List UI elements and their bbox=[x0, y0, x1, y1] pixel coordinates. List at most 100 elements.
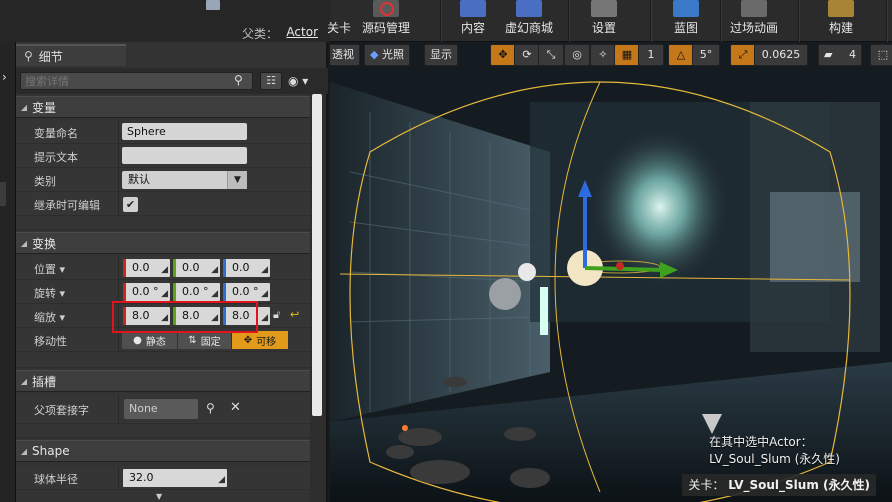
rotate-tool-icon[interactable]: ⟳ bbox=[514, 44, 540, 66]
scale-snap-icon[interactable]: ⤢ bbox=[730, 44, 756, 66]
scale-x-field[interactable]: 8.0 ◢ bbox=[123, 307, 170, 325]
details-tab[interactable]: ⚲ 细节 bbox=[16, 44, 126, 66]
toolbar-level-button[interactable]: 关卡 bbox=[326, 0, 352, 42]
location-x-field[interactable]: 0.0 ◢ bbox=[123, 259, 170, 277]
prop-sphere-radius: 球体半径 32.0 ◢ bbox=[16, 466, 312, 490]
toolbar-marketplace-label: 虚幻商城 bbox=[504, 21, 553, 35]
collapse-triangle-icon: ◢ bbox=[20, 102, 28, 112]
scrollbar-thumb[interactable] bbox=[312, 94, 322, 416]
translate-tool-icon[interactable]: ✥ bbox=[490, 44, 516, 66]
category-dropdown[interactable]: 默认 ▼ bbox=[122, 171, 247, 189]
section-variable[interactable]: ◢ 变量 bbox=[16, 96, 312, 118]
spinner-icon: ◢ bbox=[211, 313, 218, 323]
rotation-y-field[interactable]: 0.0 ° ◢ bbox=[173, 283, 220, 301]
variable-name-field[interactable]: Sphere bbox=[122, 123, 247, 140]
mobility-static-button[interactable]: ● 静态 bbox=[122, 331, 178, 349]
rotation-label-text: 旋转 bbox=[34, 287, 56, 300]
rotation-z-field[interactable]: 0.0 ° ◢ bbox=[223, 283, 270, 301]
gizmo-x-axis[interactable] bbox=[616, 262, 624, 270]
prop-spacer bbox=[16, 216, 312, 230]
chevron-right-icon[interactable]: › bbox=[2, 70, 7, 84]
current-level-label: 关卡： bbox=[688, 478, 725, 492]
build-icon bbox=[828, 0, 854, 17]
location-label[interactable]: 位置 ▾ bbox=[34, 261, 65, 277]
maximize-viewport-icon[interactable]: ⬚ bbox=[870, 44, 892, 66]
source-control-icon bbox=[373, 0, 399, 17]
rotation-snap-icon[interactable]: △ bbox=[668, 44, 694, 66]
grid-size-value[interactable]: 1 bbox=[638, 44, 664, 66]
search-icon[interactable]: ⚲ bbox=[206, 401, 215, 415]
location-z-field[interactable]: 0.0 ◢ bbox=[223, 259, 270, 277]
section-transform[interactable]: ◢ 变换 bbox=[16, 232, 312, 254]
section-shape[interactable]: ◢ Shape bbox=[16, 440, 312, 462]
section-shape-label: Shape bbox=[32, 444, 70, 458]
toolbar-content-button[interactable]: 内容 bbox=[448, 0, 498, 42]
property-matrix-icon[interactable]: ☷ bbox=[260, 72, 282, 90]
column-divider bbox=[118, 168, 119, 192]
tooltip-field[interactable] bbox=[122, 147, 247, 164]
spinner-icon: ◢ bbox=[261, 313, 268, 323]
scale-label[interactable]: 缩放 ▾ bbox=[34, 309, 65, 325]
section-sockets[interactable]: ◢ 插槽 bbox=[16, 370, 312, 392]
toolbar-cinematics-button[interactable]: 过场动画 bbox=[726, 0, 782, 42]
lit-mode-label: 光照 bbox=[381, 48, 404, 61]
surface-snap-icon[interactable]: ✧ bbox=[590, 44, 616, 66]
location-y-field[interactable]: 0.0 ◢ bbox=[173, 259, 220, 277]
details-search-input[interactable] bbox=[20, 72, 253, 90]
sphere-radius-field[interactable]: 32.0 ◢ bbox=[123, 469, 227, 487]
mobility-stationary-button[interactable]: ⇅ 固定 bbox=[178, 331, 232, 349]
clear-x-icon[interactable]: ✕ bbox=[230, 400, 241, 415]
toolbar-source-control-button[interactable]: 源码管理 bbox=[358, 0, 414, 42]
scale-label-text: 缩放 bbox=[34, 311, 56, 324]
search-icon[interactable]: ⚲ bbox=[234, 73, 248, 87]
rotation-x-field[interactable]: 0.0 ° ◢ bbox=[123, 283, 170, 301]
column-divider bbox=[118, 304, 119, 328]
toolbar-settings-button[interactable]: 设置 bbox=[580, 0, 628, 42]
prop-rotation: 旋转 ▾ 0.0 ° ◢ 0.0 ° ◢ 0.0 ° ◢ bbox=[16, 280, 312, 304]
scale-y-field[interactable]: 8.0 ◢ bbox=[173, 307, 220, 325]
spinner-icon: ◢ bbox=[161, 265, 168, 275]
category-label: 类别 bbox=[34, 175, 56, 188]
eye-visibility-icon[interactable]: ◉ ▾ bbox=[288, 72, 322, 90]
grid-snap-icon[interactable]: ▦ bbox=[614, 44, 640, 66]
reflection-capture-icon[interactable] bbox=[489, 278, 521, 310]
parent-socket-label: 父项套接字 bbox=[34, 404, 89, 417]
rotation-z-value: 0.0 ° bbox=[232, 285, 259, 298]
toolbar-settings-label: 设置 bbox=[591, 21, 616, 35]
mobility-movable-button[interactable]: ✥ 可移 bbox=[232, 331, 288, 349]
perspective-button[interactable]: 透视 bbox=[330, 44, 360, 66]
level-viewport[interactable]: 透视 ◆ 光照 显示 ✥ ⟳ ⤡ ◎ ✧ ▦ 1 △ 5° ⤢ 0.0625 ▰… bbox=[330, 42, 892, 502]
rotation-label[interactable]: 旋转 ▾ bbox=[34, 285, 65, 301]
lightbulb-icon[interactable] bbox=[518, 263, 536, 281]
selection-info-line2: LV_Soul_Slum (永久性) bbox=[709, 452, 840, 466]
blueprint-icon bbox=[673, 0, 699, 17]
world-space-icon[interactable]: ◎ bbox=[564, 44, 590, 66]
location-y-value: 0.0 bbox=[182, 261, 200, 274]
toolbar-blueprints-button[interactable]: 蓝图 bbox=[662, 0, 710, 42]
scale-snap-value[interactable]: 0.0625 bbox=[754, 44, 808, 66]
parent-socket-field[interactable]: None bbox=[124, 399, 198, 419]
selection-info: 在其中选中Actor： LV_Soul_Slum (永久性) bbox=[709, 434, 840, 468]
lit-mode-button[interactable]: ◆ 光照 bbox=[364, 44, 410, 66]
toolbar-build-button[interactable]: 构建 bbox=[818, 0, 864, 42]
mobility-stationary-label: 固定 bbox=[200, 336, 221, 348]
section-variable-label: 变量 bbox=[32, 100, 57, 115]
lock-icon[interactable]: 🔓︎ bbox=[273, 308, 283, 322]
scale-tool-icon[interactable]: ⤡ bbox=[538, 44, 564, 66]
camera-speed-button[interactable]: ▰ 4 bbox=[818, 44, 862, 66]
gizmo-y-axis[interactable] bbox=[584, 266, 666, 272]
editable-checkbox[interactable]: ✔ bbox=[123, 197, 138, 212]
scroll-down-arrow-icon[interactable]: ▼ bbox=[156, 492, 162, 501]
toolbar-separator bbox=[440, 0, 442, 42]
static-dot-icon: ● bbox=[133, 334, 142, 346]
collapsed-tab-handle[interactable] bbox=[0, 182, 6, 206]
mobility-movable-label: 可移 bbox=[256, 336, 277, 348]
show-menu-button[interactable]: 显示 bbox=[424, 44, 458, 66]
category-dropdown-value: 默认 bbox=[128, 173, 150, 186]
toolbar-marketplace-button[interactable]: 虚幻商城 bbox=[502, 0, 556, 42]
rotation-snap-value[interactable]: 5° bbox=[692, 44, 720, 66]
scale-z-field[interactable]: 8.0 ◢ bbox=[223, 307, 270, 325]
column-divider bbox=[118, 394, 119, 424]
reset-arrow-icon[interactable]: ↩ bbox=[290, 308, 299, 321]
parent-class-link[interactable]: Actor bbox=[286, 25, 318, 39]
